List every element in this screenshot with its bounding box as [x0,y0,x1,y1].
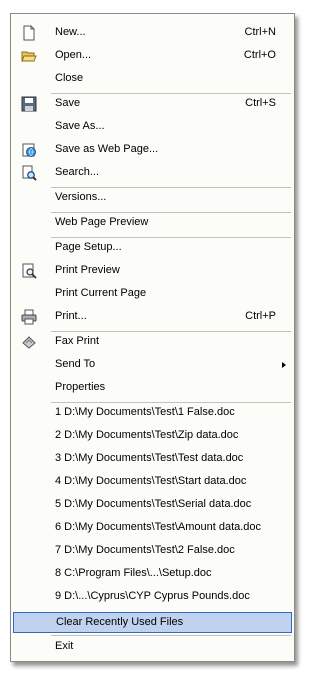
floppy-disk-icon [21,96,37,112]
menu-item-label: Open... [55,49,92,61]
menu-item-save[interactable]: Save Ctrl+S [13,94,292,115]
menu-item-label: Web Page Preview [55,216,149,228]
recent-file-item[interactable]: 6 D:\My Documents\Test\Amount data.doc [13,518,292,539]
recent-file-item[interactable]: 7 D:\My Documents\Test\2 False.doc [13,541,292,562]
menu-item-new[interactable]: New... Ctrl+N [13,23,292,44]
recent-file-label: 5 D:\My Documents\Test\Serial data.doc [55,498,252,510]
menu-item-shortcut: Ctrl+O [243,49,276,61]
menu-item-label: Save [55,97,81,109]
menu-item-label: Properties [55,381,106,393]
recent-file-item[interactable]: 1 D:\My Documents\Test\1 False.doc [13,403,292,424]
menu-item-label: Close [55,72,84,84]
menu-item-label: Search... [55,166,100,178]
menu-item-search[interactable]: Search... [13,163,292,184]
menu-item-shortcut: Ctrl+S [245,97,276,109]
blank-page-icon [21,25,37,41]
web-page-save-icon [21,142,37,158]
menu-item-label: Print Current Page [55,287,147,299]
recent-file-label: 9 D:\...\Cyprus\CYP Cyprus Pounds.doc [55,590,250,602]
menu-item-save-as-web-page[interactable]: Save as Web Page... [13,140,292,161]
menu-item-print[interactable]: Print... Ctrl+P [13,307,292,328]
menu-item-label: Save as Web Page... [55,143,159,155]
submenu-arrow-icon [282,362,286,368]
menu-separator [51,635,291,636]
menu-item-label: Exit [55,640,74,652]
recent-file-label: 4 D:\My Documents\Test\Start data.doc [55,475,247,487]
menu-item-clear-recently-used-files[interactable]: Clear Recently Used Files [13,612,292,633]
fax-icon [21,334,37,350]
menu-item-page-setup[interactable]: Page Setup... [13,238,292,259]
menu-item-print-preview[interactable]: Print Preview [13,261,292,282]
recent-file-label: 1 D:\My Documents\Test\1 False.doc [55,406,235,418]
menu-item-open[interactable]: Open... Ctrl+O [13,46,292,67]
menu-item-exit[interactable]: Exit [13,637,292,658]
menu-item-label: Save As... [55,120,105,132]
recent-file-label: 7 D:\My Documents\Test\2 False.doc [55,544,235,556]
printer-icon [21,309,37,325]
recent-file-item[interactable]: 8 C:\Program Files\...\Setup.doc [13,564,292,585]
menu-item-label: Send To [55,358,96,370]
recent-file-label: 6 D:\My Documents\Test\Amount data.doc [55,521,262,533]
menu-item-label: Clear Recently Used Files [56,616,184,628]
recent-file-item[interactable]: 3 D:\My Documents\Test\Test data.doc [13,449,292,470]
menu-item-print-current-page[interactable]: Print Current Page [13,284,292,305]
recent-file-item[interactable]: 2 D:\My Documents\Test\Zip data.doc [13,426,292,447]
menu-item-label: Print Preview [55,264,120,276]
menu-item-label: Print... [55,310,87,322]
menu-item-shortcut: Ctrl+N [244,26,276,38]
menu-item-label: Fax Print [55,335,100,347]
menu-item-properties[interactable]: Properties [13,378,292,399]
menu-item-label: Page Setup... [55,241,122,253]
print-preview-icon [21,263,37,279]
menu-item-versions[interactable]: Versions... [13,188,292,209]
recent-file-item[interactable]: 4 D:\My Documents\Test\Start data.doc [13,472,292,493]
recent-file-label: 2 D:\My Documents\Test\Zip data.doc [55,429,239,441]
recent-file-item[interactable]: 9 D:\...\Cyprus\CYP Cyprus Pounds.doc [13,587,292,608]
menu-item-label: Versions... [55,191,107,203]
file-menu: New... Ctrl+N Open... Ctrl+O Close Save … [10,13,295,662]
recent-file-label: 3 D:\My Documents\Test\Test data.doc [55,452,244,464]
menu-item-label: New... [55,26,86,38]
recent-file-label: 8 C:\Program Files\...\Setup.doc [55,567,212,579]
menu-item-web-page-preview[interactable]: Web Page Preview [13,213,292,234]
menu-item-send-to[interactable]: Send To [13,355,292,376]
menu-item-save-as[interactable]: Save As... [13,117,292,138]
open-folder-icon [21,48,37,64]
menu-item-fax-print[interactable]: Fax Print [13,332,292,353]
search-document-icon [21,165,37,181]
menu-item-shortcut: Ctrl+P [245,310,276,322]
recent-file-item[interactable]: 5 D:\My Documents\Test\Serial data.doc [13,495,292,516]
menu-item-close[interactable]: Close [13,69,292,90]
